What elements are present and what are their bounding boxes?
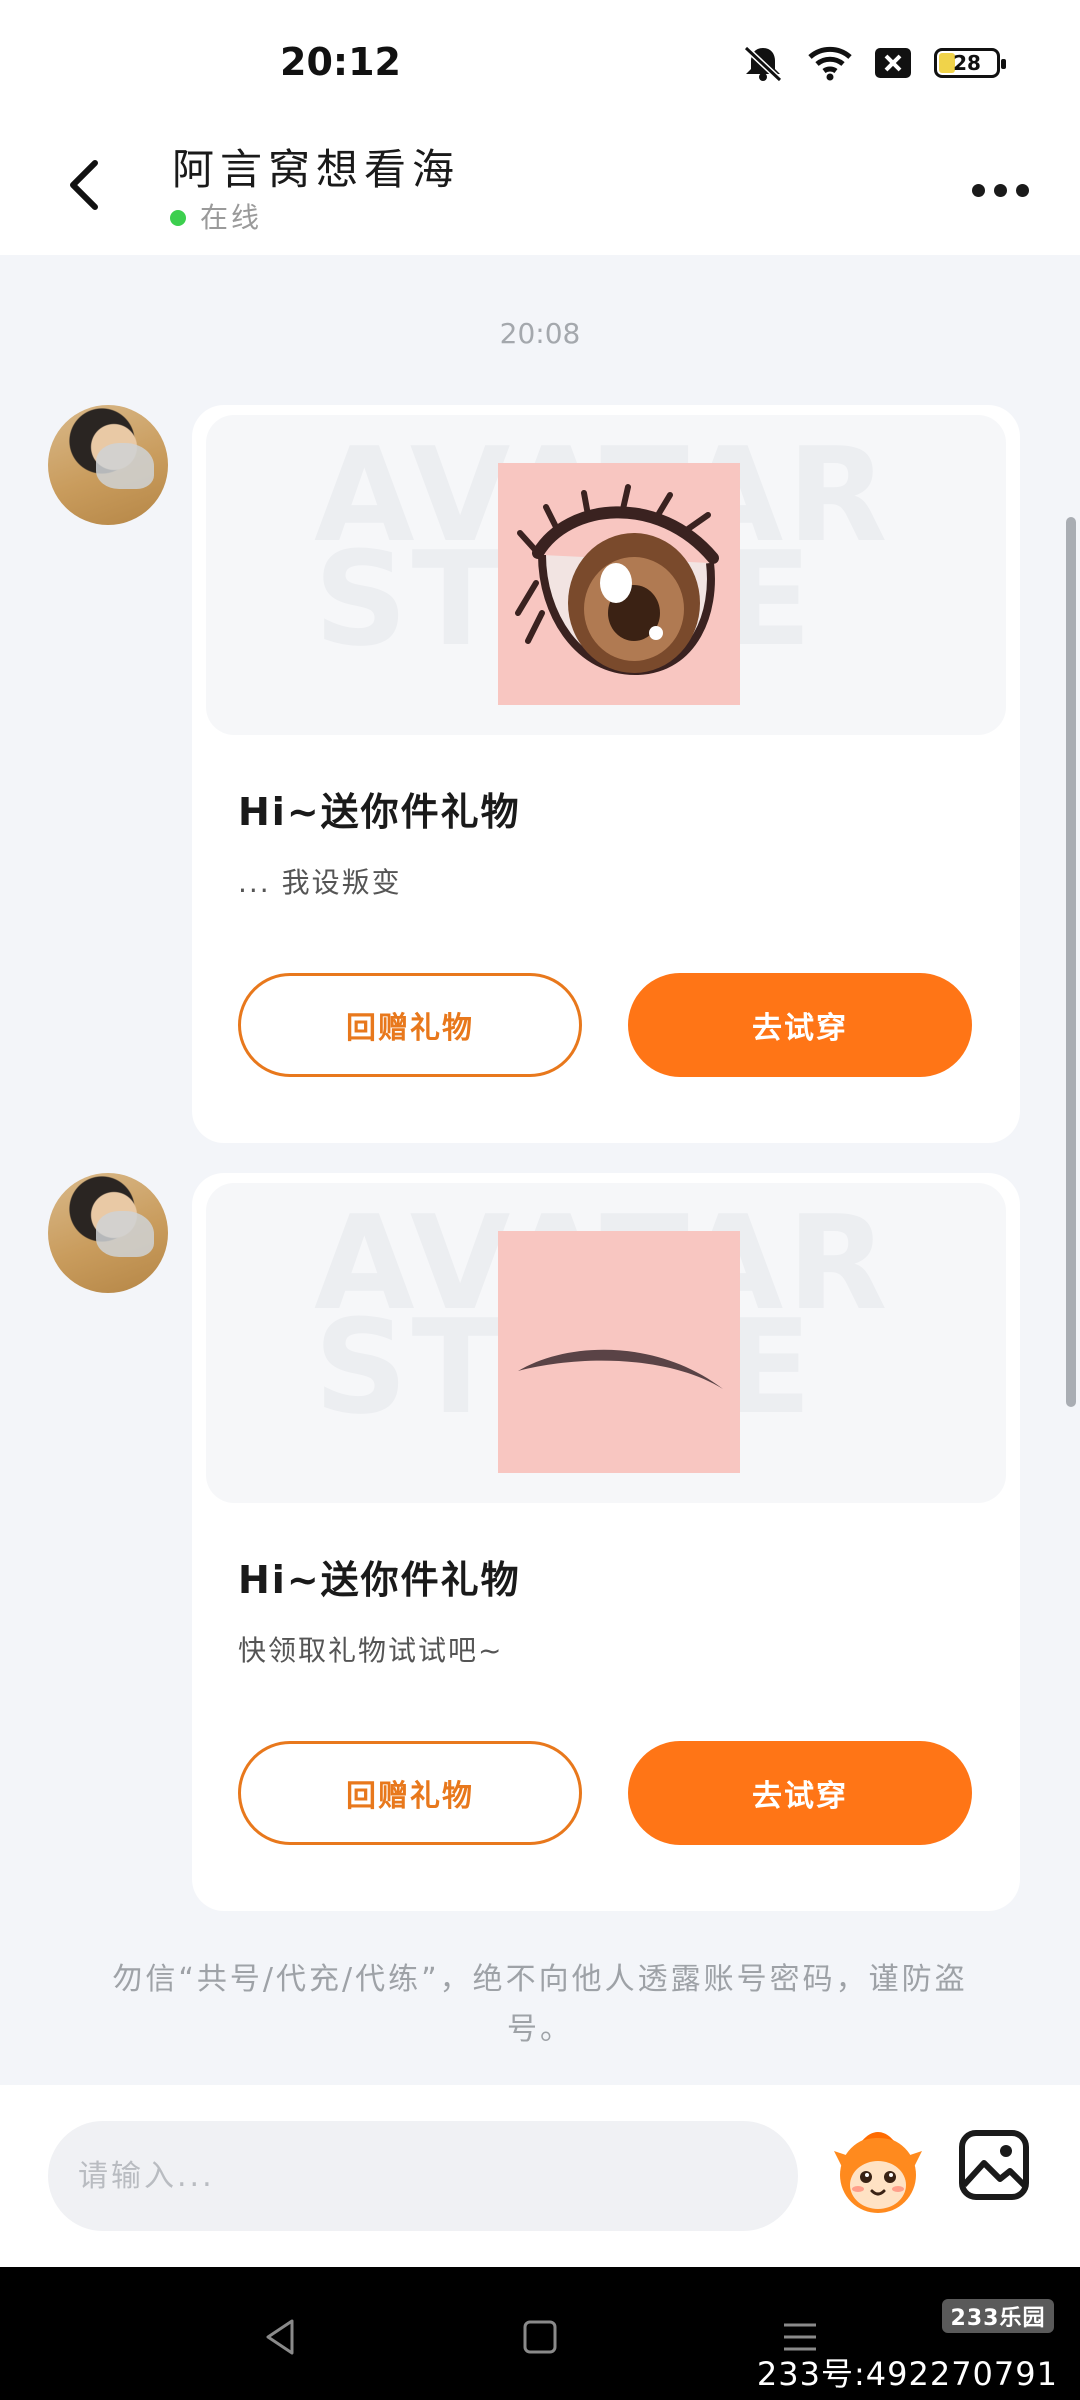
mascot-emoji-icon[interactable]	[832, 2127, 924, 2219]
gift-preview[interactable]: AVATAR STORE	[206, 1183, 1006, 1503]
chat-message-list[interactable]: 20:08 AVATAR STORE Hi~送你件礼物 ... 我设叛变 回赠礼…	[0, 255, 1080, 2085]
status-bar: 20:12 28	[0, 0, 1080, 120]
more-options-button[interactable]	[960, 160, 1040, 220]
back-button[interactable]	[50, 150, 120, 220]
eye-icon	[498, 463, 740, 705]
contact-avatar[interactable]	[48, 1173, 168, 1293]
nav-back-icon	[266, 2319, 294, 2355]
status-icons: 28	[740, 44, 1006, 82]
chat-scrollbar[interactable]	[1066, 517, 1076, 1407]
gift-message-card: AVATAR STORE Hi~送你件礼物 ... 我设叛变 回赠礼物 去试穿	[192, 405, 1020, 1143]
try-on-button[interactable]: 去试穿	[628, 1741, 972, 1845]
message-timestamp: 20:08	[499, 317, 581, 350]
wifi-icon	[808, 46, 852, 81]
nav-back-button[interactable]	[250, 2307, 310, 2367]
mute-icon	[743, 45, 783, 82]
gift-message-card: AVATAR STORE Hi~送你件礼物 快领取礼物试试吧~ 回赠礼物 去试穿	[192, 1173, 1020, 1911]
return-gift-button[interactable]: 回赠礼物	[238, 973, 582, 1077]
input-bar	[0, 2085, 1080, 2267]
chevron-left-icon	[70, 160, 98, 210]
online-status-text: 在线	[200, 201, 263, 234]
eyebrow-icon	[498, 1231, 740, 1473]
gift-message-text: ... 我设叛变	[238, 866, 402, 899]
nav-home-button[interactable]	[510, 2307, 570, 2367]
gift-preview[interactable]: AVATAR STORE	[206, 415, 1006, 735]
platform-watermark-badge: 233乐园	[942, 2299, 1054, 2333]
system-nav-bar: 233乐园 233号:492270791	[0, 2267, 1080, 2400]
chat-header: 阿言窝想看海 在线	[0, 120, 1080, 255]
battery-icon: 28	[934, 48, 1006, 78]
gift-title: Hi~送你件礼物	[238, 1558, 521, 1602]
more-horizontal-icon	[971, 183, 985, 197]
chat-contact-name: 阿言窝想看海	[172, 145, 461, 194]
status-time: 20:12	[280, 40, 401, 84]
platform-watermark-id: 233号:492270791	[756, 2355, 1058, 2393]
message-input[interactable]	[48, 2121, 798, 2231]
battery-level: 28	[953, 51, 981, 75]
image-icon[interactable]	[958, 2129, 1030, 2201]
try-on-button[interactable]: 去试穿	[628, 973, 972, 1077]
nav-home-icon	[523, 2320, 557, 2354]
contact-avatar[interactable]	[48, 405, 168, 525]
gift-message-text: 快领取礼物试试吧~	[238, 1634, 504, 1667]
sim-blocked-icon	[875, 48, 911, 78]
gift-title: Hi~送你件礼物	[238, 790, 521, 834]
security-notice: 勿信“共号/代充/代练”，绝不向他人透露账号密码，谨防盗号。	[112, 1962, 968, 2047]
online-status-dot	[170, 210, 186, 226]
return-gift-button[interactable]: 回赠礼物	[238, 1741, 582, 1845]
